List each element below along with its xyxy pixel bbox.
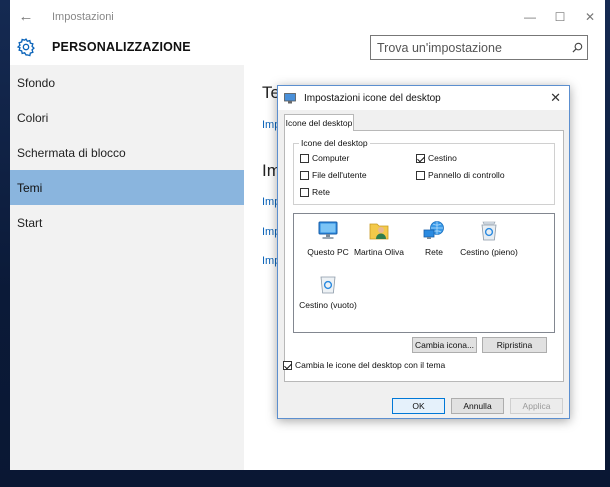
recycle-bin-full-icon bbox=[481, 221, 497, 241]
checkbox-label: Computer bbox=[312, 153, 350, 163]
user-folder-icon bbox=[369, 223, 389, 240]
checkbox-box[interactable] bbox=[300, 170, 309, 180]
sidebar-item-sfondo[interactable]: Sfondo bbox=[10, 65, 244, 100]
icon-label: Martina Oliva bbox=[353, 247, 405, 257]
checkbox-box[interactable] bbox=[416, 170, 425, 180]
checkbox-box[interactable] bbox=[300, 187, 309, 197]
page-title: PERSONALIZZAZIONE bbox=[52, 40, 191, 54]
computer-icon bbox=[318, 221, 338, 239]
network-icon bbox=[423, 221, 444, 239]
ok-button[interactable]: OK bbox=[392, 398, 445, 414]
groupbox-label: Icone del desktop bbox=[299, 138, 370, 148]
checkbox-user-files[interactable]: File dell'utente bbox=[300, 170, 367, 180]
change-icon-button[interactable]: Cambia icona... bbox=[412, 337, 477, 353]
maximize-button[interactable]: ☐ bbox=[545, 0, 575, 33]
close-button[interactable]: ✕ bbox=[575, 0, 605, 33]
checkbox-recycle-bin[interactable]: Cestino bbox=[416, 153, 457, 163]
icon-label: Cestino (vuoto) bbox=[299, 300, 357, 310]
checkbox-box-checked[interactable] bbox=[283, 360, 292, 370]
search-box[interactable] bbox=[370, 35, 588, 60]
checkbox-box[interactable] bbox=[300, 153, 309, 163]
checkbox-box-checked[interactable] bbox=[416, 153, 425, 163]
back-button[interactable]: ← bbox=[10, 0, 42, 33]
checkbox-control-panel[interactable]: Pannello di controllo bbox=[416, 170, 505, 180]
checkbox-label: Cambia le icone del desktop con il tema bbox=[295, 360, 446, 370]
icon-item-cestino-vuoto[interactable]: Cestino (vuoto) bbox=[293, 272, 363, 310]
icon-item-cestino-pieno[interactable]: Cestino (pieno) bbox=[454, 219, 524, 257]
icon-label: Rete bbox=[425, 247, 443, 257]
sidebar-item-schermata-di-blocco[interactable]: Schermata di blocco bbox=[10, 135, 244, 170]
dialog-title-bar: Impostazioni icone del desktop ✕ bbox=[278, 86, 569, 110]
checkbox-label: File dell'utente bbox=[312, 170, 367, 180]
app-title: Impostazioni bbox=[52, 10, 114, 23]
icon-label: Questo PC bbox=[307, 247, 349, 257]
window-controls: — ☐ ✕ bbox=[515, 0, 605, 33]
recycle-bin-empty-icon bbox=[320, 276, 336, 294]
minimize-button[interactable]: — bbox=[515, 0, 545, 33]
apply-button[interactable]: Applica bbox=[510, 398, 563, 414]
dialog-title: Impostazioni icone del desktop bbox=[304, 92, 441, 104]
checkbox-label: Rete bbox=[312, 187, 330, 197]
cancel-button[interactable]: Annulla bbox=[451, 398, 504, 414]
checkbox-change-with-theme[interactable]: Cambia le icone del desktop con il tema bbox=[283, 360, 445, 370]
tab-desktop-icons[interactable]: Icone del desktop bbox=[284, 114, 354, 131]
desktop-settings-icon bbox=[284, 92, 296, 103]
restore-button[interactable]: Ripristina bbox=[482, 337, 547, 353]
icon-list[interactable]: Questo PC Martina Oliva Rete Cestino (pi… bbox=[293, 213, 555, 333]
title-bar: ← Impostazioni — ☐ ✕ bbox=[10, 0, 605, 33]
settings-header: PERSONALIZZAZIONE bbox=[10, 33, 605, 63]
icon-label: Cestino (pieno) bbox=[460, 247, 518, 257]
tab-panel: Icone del desktop Computer File dell'ute… bbox=[283, 130, 564, 382]
sidebar: Sfondo Colori Schermata di blocco Temi S… bbox=[10, 65, 244, 470]
search-icon[interactable] bbox=[567, 38, 587, 58]
desktop-icon-settings-dialog: Impostazioni icone del desktop ✕ Icone d… bbox=[277, 85, 570, 419]
checkbox-computer[interactable]: Computer bbox=[300, 153, 349, 163]
search-input[interactable] bbox=[371, 40, 567, 55]
checkbox-label: Cestino bbox=[428, 153, 457, 163]
sidebar-item-start[interactable]: Start bbox=[10, 205, 244, 240]
gear-icon bbox=[16, 38, 35, 57]
desktop-icons-groupbox: Icone del desktop Computer File dell'ute… bbox=[293, 138, 555, 205]
dialog-close-button[interactable]: ✕ bbox=[550, 90, 561, 106]
sidebar-item-temi[interactable]: Temi bbox=[10, 170, 244, 205]
checkbox-label: Pannello di controllo bbox=[428, 170, 505, 180]
sidebar-item-colori[interactable]: Colori bbox=[10, 100, 244, 135]
checkbox-network[interactable]: Rete bbox=[300, 187, 330, 197]
